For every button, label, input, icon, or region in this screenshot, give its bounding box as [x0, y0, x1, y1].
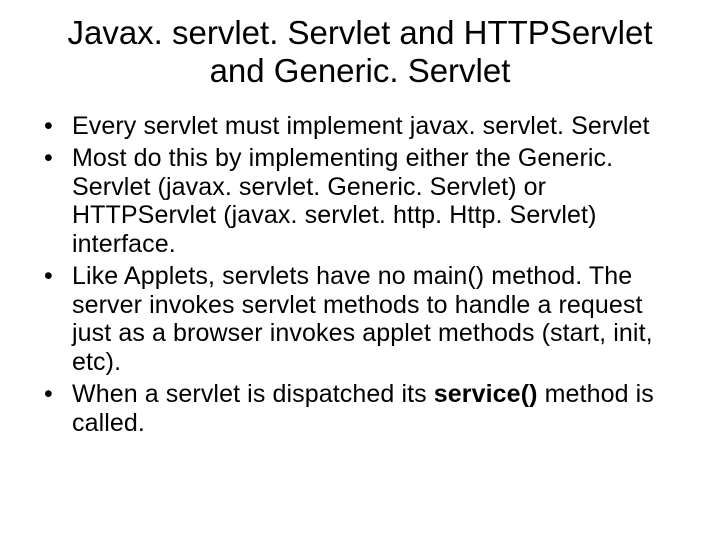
list-item: When a servlet is dispatched its service… — [40, 380, 680, 437]
bullet-list: Every servlet must implement javax. serv… — [40, 112, 680, 438]
list-item: Like Applets, servlets have no main() me… — [40, 262, 680, 376]
slide-title: Javax. servlet. Servlet and HTTPServlet … — [40, 14, 680, 90]
list-item: Most do this by implementing either the … — [40, 144, 680, 258]
list-item: Every servlet must implement javax. serv… — [40, 112, 680, 141]
slide: Javax. servlet. Servlet and HTTPServlet … — [0, 0, 720, 540]
